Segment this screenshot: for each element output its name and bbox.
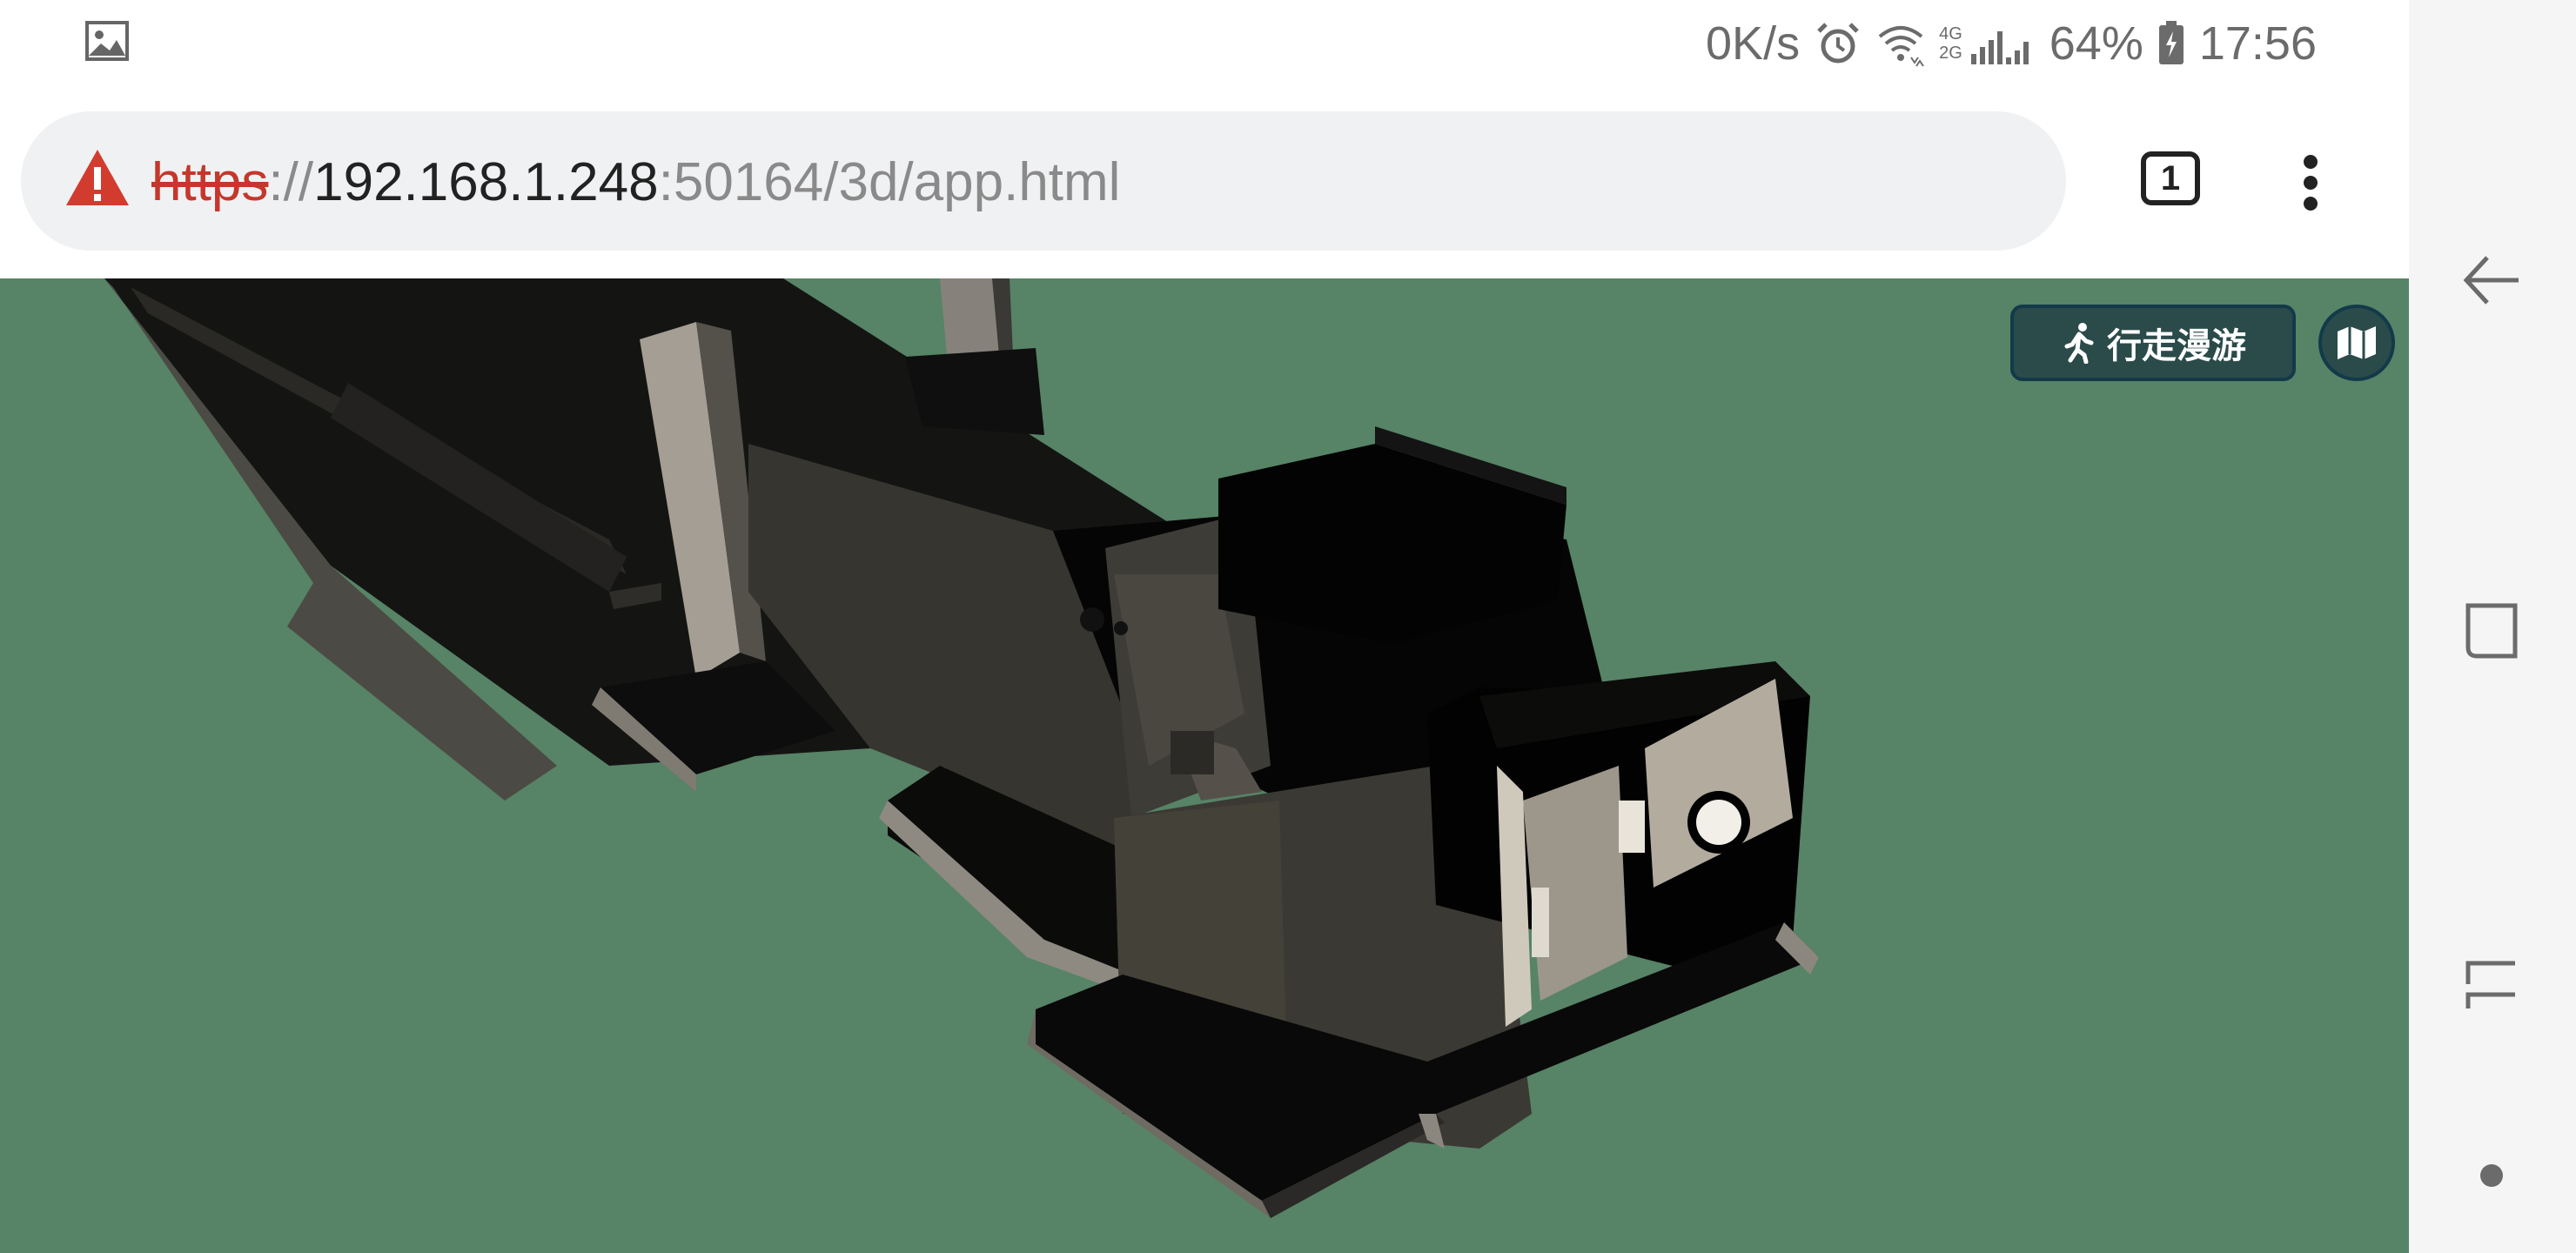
url-separator: :// — [268, 152, 314, 212]
status-icons: 0K/s 4G 2G 64% 17:56 — [1706, 12, 2317, 75]
clock-time: 17:56 — [2198, 17, 2317, 70]
network-top: 4G — [1939, 24, 1962, 44]
url-text[interactable]: https://192.168.1.248:50164/3d/app.html — [151, 148, 1120, 218]
3d-viewport[interactable]: 行走漫游 — [0, 278, 2409, 1253]
map-icon — [2338, 326, 2376, 359]
dot-indicator[interactable] — [2480, 1164, 2503, 1187]
cell-signal-icon — [1970, 31, 2029, 64]
status-bar: 0K/s 4G 2G 64% 17:56 — [0, 0, 2409, 87]
walking-person-icon — [2064, 323, 2094, 364]
warning-triangle-icon[interactable] — [64, 148, 131, 207]
network-bottom: 2G — [1939, 44, 1962, 63]
home-icon[interactable] — [2461, 953, 2522, 1014]
walk-mode-label: 行走漫游 — [2107, 327, 2246, 365]
phone-screen: 0K/s 4G 2G 64% 17:56 https://192.168.1.2… — [0, 0, 2409, 1253]
wifi-icon — [1878, 26, 1924, 67]
recent-apps-icon[interactable] — [2461, 600, 2522, 661]
more-vert-icon[interactable] — [2289, 148, 2332, 218]
url-scheme: https — [151, 152, 269, 212]
battery-charging-icon — [2158, 21, 2184, 64]
map-button[interactable] — [2318, 305, 2395, 381]
system-navigation-bar — [2409, 0, 2576, 1253]
tab-switcher-button[interactable]: 1 — [2141, 151, 2200, 205]
url-path: :50164/3d/app.html — [658, 152, 1121, 212]
walk-mode-button[interactable]: 行走漫游 — [2010, 305, 2296, 381]
back-arrow-icon[interactable] — [2461, 252, 2522, 313]
gallery-image-icon — [85, 21, 129, 61]
address-bar[interactable]: https://192.168.1.248:50164/3d/app.html — [21, 111, 2066, 251]
network-type: 4G 2G — [1939, 24, 1962, 63]
3d-model-render[interactable] — [0, 278, 2409, 1253]
net-speed: 0K/s — [1706, 17, 1801, 70]
alarm-clock-icon — [1817, 23, 1859, 64]
browser-toolbar: https://192.168.1.248:50164/3d/app.html … — [0, 87, 2409, 278]
tab-count: 1 — [2160, 158, 2181, 198]
battery-percent: 64% — [2049, 17, 2143, 70]
url-host: 192.168.1.248 — [313, 152, 659, 212]
